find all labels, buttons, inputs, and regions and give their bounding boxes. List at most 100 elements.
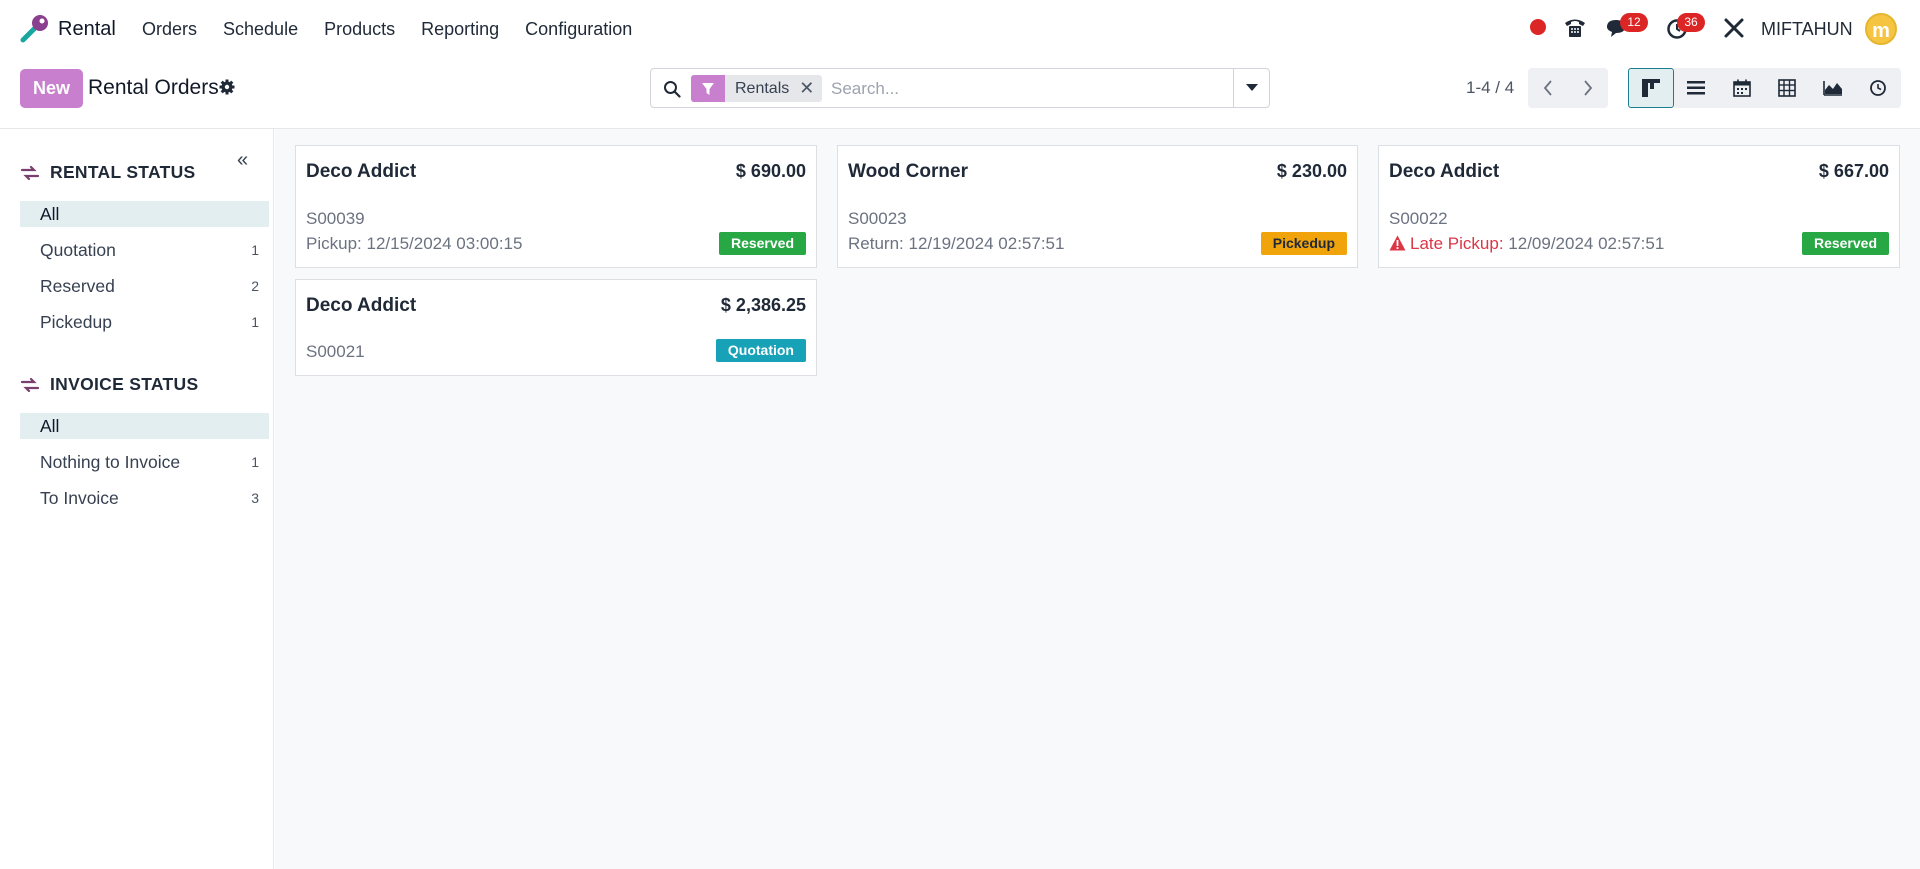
activity-clock-icon xyxy=(1870,80,1887,96)
gear-icon[interactable] xyxy=(219,79,235,95)
filter-nothing-to-invoice[interactable]: Nothing to Invoice 1 xyxy=(20,449,269,475)
filter-label: Pickedup xyxy=(40,311,112,332)
rental-status-section-title: RENTAL STATUS xyxy=(20,162,196,183)
card-amount: $ 2,386.25 xyxy=(720,295,806,315)
menu-item-schedule[interactable]: Schedule xyxy=(223,19,298,40)
card-order-ref: S00021 xyxy=(306,342,365,361)
app-logo-icon[interactable] xyxy=(20,13,50,43)
card-amount: $ 667.00 xyxy=(1818,161,1889,181)
status-badge: Quotation xyxy=(715,339,806,362)
card-date: Return: 12/19/2024 02:57:51 xyxy=(848,234,1064,254)
filter-count: 1 xyxy=(251,314,259,330)
filter-count: 3 xyxy=(251,490,259,506)
filter-invoice-all[interactable]: All xyxy=(20,413,269,439)
list-icon xyxy=(1687,81,1706,95)
calendar-view-button[interactable] xyxy=(1719,68,1765,108)
chevron-left-icon xyxy=(1543,80,1552,96)
card-customer: Deco Addict xyxy=(306,295,417,316)
phone-icon[interactable] xyxy=(1562,14,1588,42)
main-menu: Orders Schedule Products Reporting Confi… xyxy=(142,19,632,40)
kanban-view-button[interactable] xyxy=(1628,68,1674,108)
card-date-label: Late Pickup: xyxy=(1410,234,1504,253)
search-input[interactable] xyxy=(831,77,1231,101)
kanban-card[interactable]: Deco Addict $ 667.00 S00022 Late Pickup:… xyxy=(1378,145,1900,268)
avatar[interactable]: m xyxy=(1865,13,1897,45)
search-options-toggle[interactable] xyxy=(1233,69,1269,107)
card-order-ref: S00022 xyxy=(1389,209,1448,228)
kanban-card[interactable]: Deco Addict $ 2,386.25 S00021 Quotation xyxy=(295,279,817,376)
section-title-label: INVOICE STATUS xyxy=(50,374,199,394)
menu-item-configuration[interactable]: Configuration xyxy=(525,19,632,40)
card-date-value: 12/19/2024 02:57:51 xyxy=(908,234,1065,253)
filter-to-invoice[interactable]: To Invoice 3 xyxy=(20,485,269,511)
new-button[interactable]: New xyxy=(20,69,83,108)
kanban-card[interactable]: Deco Addict $ 690.00 S00039 Pickup: 12/1… xyxy=(295,145,817,268)
facet-remove-icon[interactable]: ✕ xyxy=(799,75,822,102)
filter-label: All xyxy=(40,203,60,224)
card-order-ref: S00023 xyxy=(848,209,907,228)
search-icon[interactable] xyxy=(663,80,681,98)
messages-count-badge: 12 xyxy=(1620,13,1648,32)
top-navbar: Rental Orders Schedule Products Reportin… xyxy=(0,0,1920,58)
menu-item-orders[interactable]: Orders xyxy=(142,19,197,40)
filter-count: 2 xyxy=(251,278,259,294)
username[interactable]: MIFTAHUN xyxy=(1761,19,1853,40)
filter-label: Quotation xyxy=(40,239,116,260)
warning-icon xyxy=(1389,235,1406,251)
filter-rental-reserved[interactable]: Reserved 2 xyxy=(20,273,269,299)
filter-rental-pickedup[interactable]: Pickedup 1 xyxy=(20,309,269,335)
app-name[interactable]: Rental xyxy=(58,18,116,41)
graph-view-button[interactable] xyxy=(1810,68,1856,108)
menu-item-reporting[interactable]: Reporting xyxy=(421,19,499,40)
card-order-ref: S00039 xyxy=(306,209,365,228)
search-bar: Rentals ✕ xyxy=(650,68,1270,108)
kanban-icon xyxy=(1641,79,1660,97)
card-date: Pickup: 12/15/2024 03:00:15 xyxy=(306,234,522,254)
filter-rental-quotation[interactable]: Quotation 1 xyxy=(20,237,269,263)
card-date-label: Pickup: xyxy=(306,234,362,253)
search-facet: Rentals ✕ xyxy=(691,75,823,102)
filter-rental-all[interactable]: All xyxy=(20,201,269,227)
area-chart-icon xyxy=(1822,81,1842,96)
calendar-icon xyxy=(1732,79,1751,97)
view-switcher xyxy=(1628,68,1901,108)
menu-item-products[interactable]: Products xyxy=(324,19,395,40)
pager-value[interactable]: 1-4 / 4 xyxy=(1466,78,1514,98)
kanban-card[interactable]: Wood Corner $ 230.00 S00023 Return: 12/1… xyxy=(837,145,1358,268)
pivot-view-button[interactable] xyxy=(1764,68,1810,108)
page-title[interactable]: Rental Orders xyxy=(88,76,219,100)
pager-previous-button[interactable] xyxy=(1528,68,1568,108)
chevron-right-icon xyxy=(1584,80,1593,96)
filter-label: Reserved xyxy=(40,275,115,296)
card-customer: Deco Addict xyxy=(306,161,417,182)
activities-count-badge: 36 xyxy=(1677,13,1705,32)
recording-dot-icon[interactable] xyxy=(1530,19,1546,35)
filter-label: Nothing to Invoice xyxy=(40,451,181,472)
card-customer: Deco Addict xyxy=(1389,161,1500,182)
pager-next-button[interactable] xyxy=(1568,68,1608,108)
card-date-value: 12/09/2024 02:57:51 xyxy=(1508,234,1665,253)
status-badge: Reserved xyxy=(1801,232,1889,255)
rental-status-icon xyxy=(20,165,40,180)
tools-icon[interactable] xyxy=(1722,14,1746,42)
card-customer: Wood Corner xyxy=(848,161,968,182)
caret-down-icon xyxy=(1245,84,1258,91)
search-panel-sidebar: « RENTAL STATUS All Quotation 1 Reserved… xyxy=(0,129,274,869)
filter-count: 1 xyxy=(251,242,259,258)
card-amount: $ 230.00 xyxy=(1276,161,1347,181)
section-title-label: RENTAL STATUS xyxy=(50,162,196,182)
invoice-status-icon xyxy=(20,377,40,392)
card-date: Late Pickup: 12/09/2024 02:57:51 xyxy=(1389,234,1664,254)
kanban-area: Deco Addict $ 690.00 S00039 Pickup: 12/1… xyxy=(275,129,1920,869)
pivot-table-icon xyxy=(1778,79,1797,97)
card-amount: $ 690.00 xyxy=(735,161,806,181)
card-date-value: 12/15/2024 03:00:15 xyxy=(366,234,523,253)
list-view-button[interactable] xyxy=(1673,68,1719,108)
activity-view-button[interactable] xyxy=(1855,68,1901,108)
status-badge: Pickedup xyxy=(1260,232,1347,255)
collapse-sidebar-icon[interactable]: « xyxy=(237,149,248,172)
card-date-label: Return: xyxy=(848,234,904,253)
status-badge: Reserved xyxy=(718,232,806,255)
filter-label: All xyxy=(40,415,60,436)
invoice-status-section-title: INVOICE STATUS xyxy=(20,374,198,395)
